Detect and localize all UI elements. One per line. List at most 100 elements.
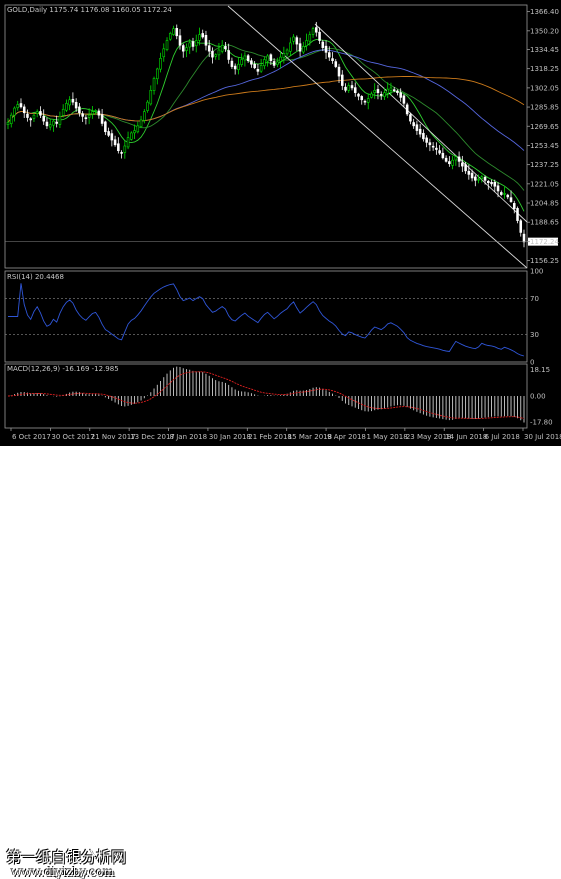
- price-tick-label: 1188.65: [530, 219, 559, 227]
- candle-body: [321, 41, 325, 48]
- candle-body: [250, 60, 253, 65]
- candle-body: [298, 43, 302, 52]
- candle-body: [350, 85, 354, 89]
- candle-body: [337, 66, 341, 77]
- candle-body: [357, 93, 360, 97]
- time-tick-label: 21 Nov 2017: [91, 433, 136, 441]
- candle-body: [19, 103, 23, 108]
- candle-body: [230, 60, 234, 67]
- candle-body: [217, 49, 221, 56]
- candle-body: [107, 131, 110, 136]
- candle-body: [457, 156, 461, 162]
- candle-body: [191, 41, 195, 47]
- candle-body: [220, 44, 224, 52]
- candle-body: [477, 178, 480, 181]
- candle-body: [415, 124, 419, 131]
- candle-body: [42, 116, 45, 122]
- candle-body: [71, 98, 75, 103]
- candle-body: [383, 92, 386, 97]
- candle-body: [48, 124, 52, 128]
- time-tick-label: 30 Jan 2018: [209, 433, 251, 441]
- candle-body: [136, 125, 140, 133]
- candle-body: [68, 99, 71, 106]
- candle-body: [22, 106, 26, 114]
- price-tick-label: 1204.85: [530, 200, 559, 208]
- candle-body: [97, 110, 101, 116]
- candle-body: [123, 145, 127, 153]
- candle-body: [52, 120, 55, 126]
- candle-body: [363, 100, 367, 103]
- candle-body: [117, 143, 120, 152]
- time-axis: 6 Oct 2017 30 Oct 201721 Nov 201713 Dec 2…: [10, 428, 561, 441]
- moving-average-100: [7, 75, 525, 123]
- candle-body: [470, 172, 474, 179]
- candle-body: [392, 89, 396, 91]
- candle-body: [500, 192, 503, 195]
- candle-body: [227, 50, 230, 60]
- price-candles: [6, 21, 526, 248]
- candle-body: [156, 68, 159, 80]
- candle-body: [276, 61, 279, 65]
- channel-upper-line: [227, 5, 528, 269]
- candle-body: [113, 139, 117, 146]
- time-tick-label: 15 Mar 2018: [288, 433, 332, 441]
- candle-body: [263, 59, 266, 67]
- candle-body: [519, 220, 523, 233]
- channel-mid-line: [314, 23, 528, 223]
- candle-body: [201, 33, 204, 38]
- candle-body: [35, 111, 39, 114]
- candle-body: [240, 59, 243, 65]
- candle-body: [65, 103, 68, 111]
- price-tick-label: 1302.05: [530, 84, 559, 92]
- candle-body: [512, 203, 516, 210]
- candle-body: [185, 47, 188, 51]
- rsi-level-label: 70: [530, 295, 539, 303]
- candle-body: [409, 114, 412, 122]
- panel-border-2: [4, 363, 528, 429]
- candle-body: [379, 94, 383, 96]
- candle-body: [396, 90, 399, 93]
- price-tick-label: 1221.05: [530, 180, 559, 188]
- candle-body: [130, 132, 133, 140]
- watermark-url: www.diyizby.com: [11, 865, 115, 879]
- time-tick-label: 30 Oct 2017: [51, 433, 94, 441]
- candle-body: [496, 185, 500, 192]
- candle-body: [149, 89, 153, 105]
- macd-title: MACD(12,26,9) -16.169 -12.985: [7, 365, 119, 373]
- candle-body: [152, 78, 156, 91]
- candle-body: [84, 117, 88, 120]
- rsi-title: RSI(14) 20.4468: [7, 273, 64, 281]
- candle-body: [78, 106, 81, 114]
- candle-body: [74, 102, 78, 109]
- price-tick-label: 1334.45: [530, 46, 559, 54]
- candle-body: [29, 118, 32, 121]
- chart-title: GOLD,Daily 1175.74 1176.08 1160.05 1172.…: [7, 6, 172, 14]
- candle-body: [503, 193, 506, 195]
- candle-body: [110, 133, 114, 141]
- candle-body: [308, 34, 312, 42]
- candle-body: [94, 110, 97, 112]
- rsi-level-label: 30: [530, 331, 539, 339]
- candle-body: [324, 45, 328, 53]
- candle-body: [480, 176, 484, 179]
- candle-body: [194, 40, 198, 47]
- time-tick-label: 13 Dec 2017: [130, 433, 175, 441]
- candle-body: [295, 37, 299, 45]
- candle-body: [198, 34, 201, 41]
- candle-body: [431, 145, 435, 148]
- candle-body: [360, 96, 364, 101]
- rsi-level-label: 100: [530, 268, 543, 276]
- time-tick-label: 21 Feb 2018: [248, 433, 292, 441]
- candle-body: [344, 86, 347, 91]
- candle-body: [315, 27, 318, 33]
- panel-border-0: [4, 4, 528, 269]
- candle-body: [104, 121, 107, 133]
- candle-body: [444, 157, 448, 162]
- last-price-label: 1172.24: [530, 238, 559, 246]
- candle-body: [373, 89, 376, 93]
- time-tick-label: 9 Apr 2018: [327, 433, 366, 441]
- time-tick-label: 14 Jun 2018: [445, 433, 487, 441]
- candle-body: [438, 150, 441, 154]
- candle-body: [282, 53, 286, 58]
- price-tick-label: 1253.45: [530, 142, 559, 150]
